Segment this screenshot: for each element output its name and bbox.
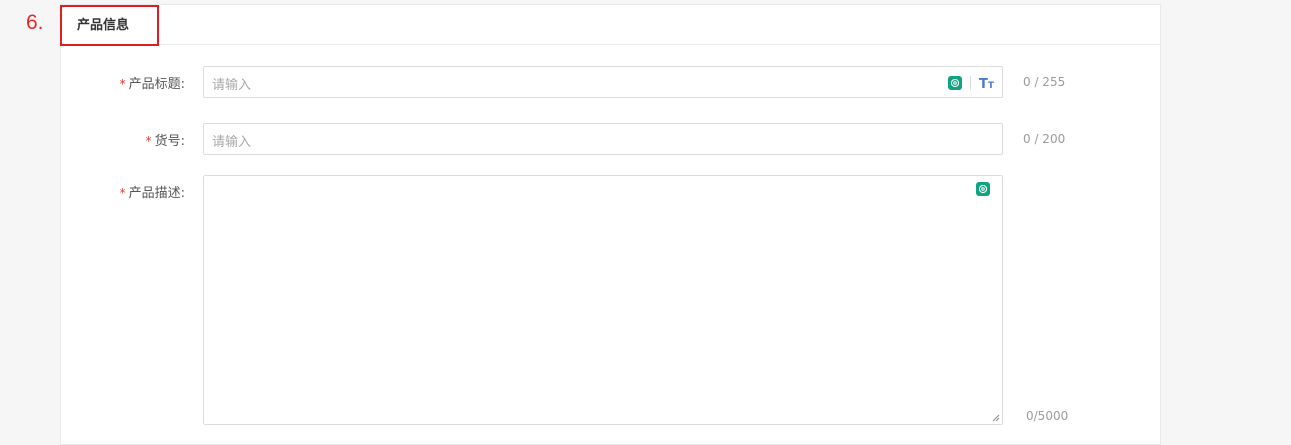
description-label-text: 产品描述: [128, 186, 185, 201]
product-title-counter: 0 / 255 [1023, 75, 1066, 89]
sku-label-text: 货号: [154, 134, 185, 149]
openai-icon[interactable] [976, 182, 990, 196]
description-counter: 0/5000 [1026, 409, 1069, 423]
step-number-annotation: 6. [26, 11, 44, 34]
required-mark: * [119, 77, 126, 91]
required-mark: * [119, 186, 126, 200]
description-textarea[interactable] [203, 175, 1003, 425]
product-info-card: 产品信息 * 产品标题: 请输入 TT 0 / 255 * 货号: 请输入 0 / … [60, 4, 1161, 445]
description-label: * 产品描述: [55, 182, 185, 201]
sku-placeholder: 请输入 [212, 135, 252, 150]
card-header: 产品信息 [60, 5, 1160, 46]
text-size-icon[interactable]: TT [979, 76, 994, 92]
sku-input[interactable]: 请输入 [203, 123, 1003, 155]
required-mark: * [145, 134, 152, 148]
product-title-input[interactable]: 请输入 TT [203, 66, 1003, 98]
resize-handle-icon[interactable] [992, 414, 1000, 422]
section-title: 产品信息 [60, 5, 159, 46]
product-title-label: * 产品标题: [55, 73, 185, 92]
product-title-placeholder: 请输入 [212, 78, 252, 93]
icon-divider [970, 76, 971, 90]
product-title-label-text: 产品标题: [128, 77, 185, 92]
openai-icon[interactable] [948, 76, 962, 90]
sku-label: * 货号: [55, 130, 185, 149]
sku-counter: 0 / 200 [1023, 132, 1066, 146]
